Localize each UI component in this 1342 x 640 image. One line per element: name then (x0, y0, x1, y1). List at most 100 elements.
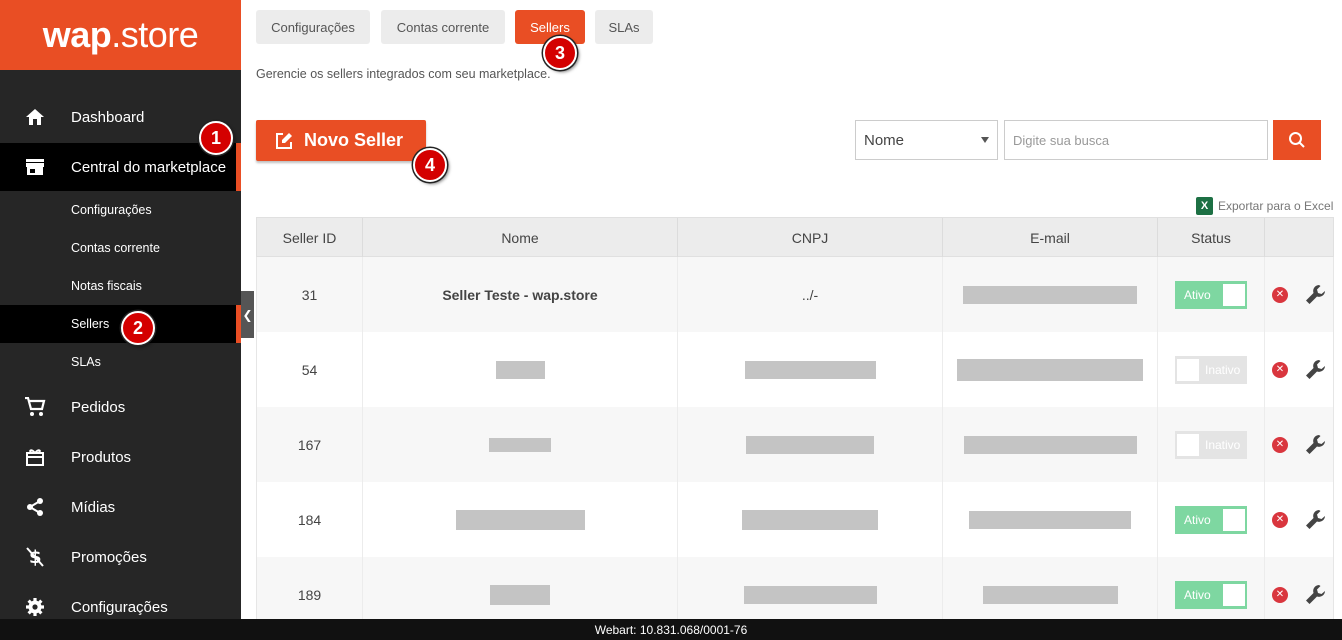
tab-configuracoes[interactable]: Configurações (256, 10, 370, 44)
sidebar-collapse-toggle[interactable]: ❮ (241, 291, 254, 338)
sidebar-subitem-sellers[interactable]: Sellers (0, 305, 236, 343)
redacted-cnpj (743, 585, 877, 604)
footer: Webart: 10.831.068/0001-76 (0, 619, 1342, 640)
cell-actions: ✕ (1265, 482, 1335, 557)
column-header-status[interactable]: Status (1158, 218, 1265, 258)
redacted-cnpj (742, 509, 878, 530)
sidebar: wap .store Dashboard Central do marketpla… (0, 0, 241, 619)
redacted-name (490, 584, 550, 605)
search-button[interactable] (1273, 120, 1321, 160)
sidebar-subitem-notas-fiscais[interactable]: Notas fiscais (0, 267, 241, 305)
column-header-email[interactable]: E-mail (943, 218, 1158, 258)
status-toggle[interactable]: Ativo (1175, 280, 1247, 309)
cell-seller-id: 31 (257, 257, 363, 332)
redacted-email (963, 435, 1137, 454)
step-badge-1: 1 (199, 121, 233, 155)
delete-icon[interactable]: ✕ (1272, 586, 1288, 603)
status-toggle[interactable]: Ativo (1175, 505, 1247, 534)
wrench-icon[interactable] (1304, 583, 1328, 607)
wrench-icon[interactable] (1304, 508, 1328, 532)
redacted-name (489, 437, 551, 452)
cell-cnpj (678, 407, 943, 482)
redacted-name (455, 509, 585, 530)
cell-nome (363, 332, 678, 407)
cell-email (943, 482, 1158, 557)
redacted-name (495, 360, 545, 379)
step-badge-3: 3 (543, 36, 577, 70)
tab-contas-corrente[interactable]: Contas corrente (381, 10, 505, 44)
sidebar-subitem-configuracoes[interactable]: Configurações (0, 191, 241, 229)
cell-email (943, 257, 1158, 332)
gear-icon (24, 596, 46, 618)
page-description: Gerencie os sellers integrados com seu m… (256, 67, 551, 81)
column-header-seller-id[interactable]: Seller ID (257, 218, 363, 258)
cell-status: Ativo (1158, 257, 1265, 332)
wrench-icon[interactable] (1304, 433, 1328, 457)
cell-status: Inativo (1158, 332, 1265, 407)
table-row: 54 Inativo ✕ (256, 332, 1334, 407)
dollar-off-icon: $ (24, 546, 46, 568)
cell-seller-id: 184 (257, 482, 363, 557)
cart-icon (24, 396, 46, 418)
status-toggle[interactable]: Inativo (1175, 430, 1247, 459)
wrench-icon[interactable] (1304, 358, 1328, 382)
new-seller-button[interactable]: Novo Seller (256, 120, 426, 161)
column-header-cnpj[interactable]: CNPJ (678, 218, 943, 258)
table-row: 31 Seller Teste - wap.store ../- Ativo ✕ (256, 257, 1334, 332)
sidebar-item-produtos[interactable]: Produtos (0, 434, 241, 480)
cell-cnpj (678, 332, 943, 407)
cell-email (943, 407, 1158, 482)
step-badge-4: 4 (413, 148, 447, 182)
table-row: 189 Ativo ✕ (256, 557, 1334, 632)
cell-nome: Seller Teste - wap.store (363, 257, 678, 332)
redacted-email (957, 358, 1143, 381)
excel-icon: X (1196, 197, 1213, 215)
export-excel-link[interactable]: X Exportar para o Excel (1196, 197, 1333, 215)
cell-email (943, 332, 1158, 407)
redacted-email (982, 585, 1118, 604)
column-header-nome[interactable]: Nome (363, 218, 678, 258)
step-badge-2: 2 (121, 311, 155, 345)
delete-icon[interactable]: ✕ (1272, 286, 1288, 303)
cell-actions: ✕ (1265, 407, 1335, 482)
search-icon (1289, 132, 1305, 148)
cell-actions: ✕ (1265, 257, 1335, 332)
cell-seller-id: 167 (257, 407, 363, 482)
status-toggle[interactable]: Inativo (1175, 355, 1247, 384)
delete-icon[interactable]: ✕ (1272, 511, 1288, 528)
gift-icon (24, 446, 46, 468)
sidebar-subitem-slas[interactable]: SLAs (0, 343, 241, 381)
sidebar-item-central-marketplace[interactable]: Central do marketplace (0, 143, 236, 191)
delete-icon[interactable]: ✕ (1272, 361, 1288, 378)
sidebar-item-promocoes[interactable]: $ Promoções (0, 534, 241, 580)
redacted-cnpj (744, 360, 876, 379)
tab-slas[interactable]: SLAs (595, 10, 653, 44)
edit-icon (276, 132, 292, 149)
status-toggle[interactable]: Ativo (1175, 580, 1247, 609)
table-row: 184 Ativo ✕ (256, 482, 1334, 557)
cell-status: Inativo (1158, 407, 1265, 482)
store-icon (24, 156, 46, 178)
table-row: 167 Inativo ✕ (256, 407, 1334, 482)
filter-field-select[interactable]: Nome (855, 120, 998, 160)
redacted-email (969, 510, 1131, 529)
delete-icon[interactable]: ✕ (1272, 436, 1288, 453)
home-icon (24, 106, 46, 128)
sidebar-subitem-contas-corrente[interactable]: Contas corrente (0, 229, 241, 267)
search-input[interactable] (1004, 120, 1268, 160)
redacted-cnpj (746, 435, 874, 454)
share-icon (24, 496, 46, 518)
sidebar-item-midias[interactable]: Mídias (0, 484, 241, 530)
cell-seller-id: 54 (257, 332, 363, 407)
brand-logo[interactable]: wap .store (0, 0, 241, 70)
sidebar-item-pedidos[interactable]: Pedidos (0, 384, 241, 430)
column-header-actions (1265, 218, 1335, 258)
redacted-email (963, 285, 1137, 304)
cell-cnpj (678, 482, 943, 557)
cell-status: Ativo (1158, 482, 1265, 557)
table-header: Seller ID Nome CNPJ E-mail Status (256, 217, 1335, 258)
wrench-icon[interactable] (1304, 283, 1328, 307)
cell-actions: ✕ (1265, 332, 1335, 407)
cell-nome (363, 482, 678, 557)
cell-nome (363, 407, 678, 482)
